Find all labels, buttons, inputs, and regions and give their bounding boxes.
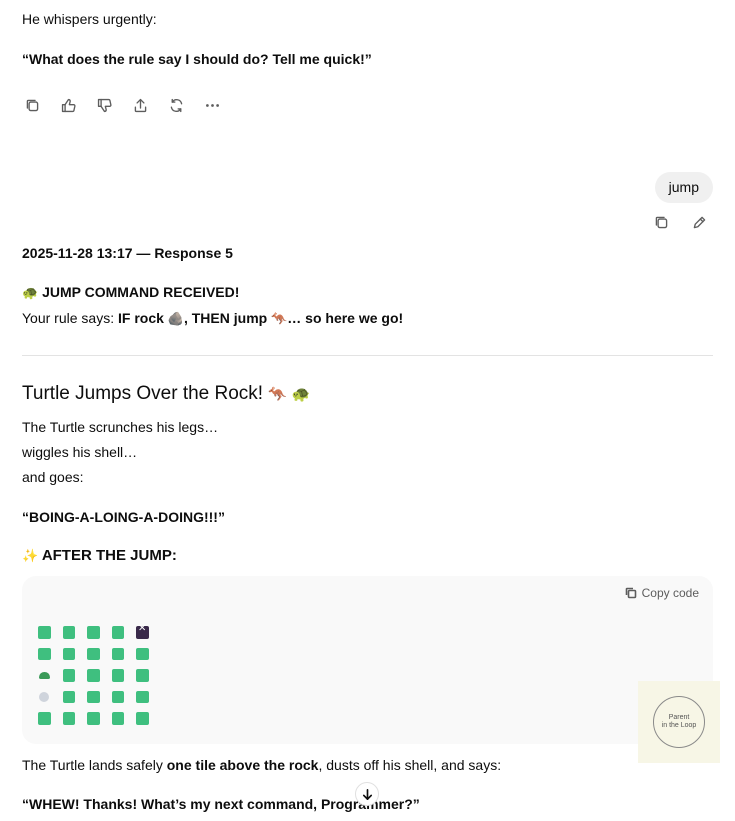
landing-suffix: , dusts off his shell, and says: bbox=[318, 757, 502, 773]
more-icon[interactable] bbox=[202, 95, 222, 115]
logo-badge: Parent in the Loop bbox=[653, 696, 705, 748]
after-jump-title: AFTER THE JUMP: bbox=[41, 547, 177, 564]
rock-tile bbox=[38, 691, 51, 704]
copy-icon[interactable] bbox=[651, 212, 671, 232]
grid-row bbox=[38, 669, 149, 682]
grass-tile bbox=[62, 712, 75, 725]
grass-tile bbox=[111, 669, 124, 682]
turtle-tile bbox=[38, 669, 51, 682]
landing-bold: one tile above the rock bbox=[166, 757, 319, 773]
grass-tile bbox=[87, 669, 100, 682]
copy-icon[interactable] bbox=[22, 95, 42, 115]
grass-tile bbox=[136, 669, 149, 682]
grass-tile bbox=[38, 647, 51, 660]
grass-tile bbox=[38, 712, 51, 725]
grass-tile bbox=[136, 712, 149, 725]
jump-command-title: JUMP COMMAND RECEIVED! bbox=[42, 284, 240, 300]
grass-tile bbox=[136, 690, 149, 703]
heading-text: Turtle Jumps Over the Rock! bbox=[22, 383, 264, 404]
rule-then: , THEN jump bbox=[183, 310, 268, 326]
rule-end: … so here we go! bbox=[287, 310, 404, 326]
boing-quote: “BOING-A-LOING-A-DOING!!!” bbox=[22, 509, 225, 525]
jump-command-line: 🐢 JUMP COMMAND RECEIVED! bbox=[22, 282, 239, 304]
thumbs-up-icon[interactable] bbox=[58, 95, 78, 115]
share-icon[interactable] bbox=[130, 95, 150, 115]
rule-prefix: Your rule says: bbox=[22, 310, 118, 326]
grass-tile bbox=[38, 626, 51, 639]
logo-line-2: in the Loop bbox=[661, 722, 697, 729]
section-heading: Turtle Jumps Over the Rock! 🦘 🐢 bbox=[22, 382, 311, 406]
rock-icon: 🪨 bbox=[167, 312, 184, 327]
kangaroo-icon: 🦘 bbox=[271, 312, 288, 327]
copy-code-label: Copy code bbox=[641, 586, 699, 600]
kangaroo-turtle-icons: 🦘 🐢 bbox=[268, 385, 311, 403]
scroll-down-button[interactable] bbox=[355, 782, 379, 806]
turtle-icon: 🐢 bbox=[22, 286, 39, 301]
grid-row bbox=[38, 623, 149, 639]
grass-tile bbox=[111, 626, 124, 639]
rule-line: Your rule says: IF rock 🪨, THEN jump 🦘… … bbox=[22, 308, 403, 330]
code-block: Copy code bbox=[22, 576, 713, 744]
story-line-1: The Turtle scrunches his legs… bbox=[22, 419, 219, 435]
thumbs-down-icon[interactable] bbox=[94, 95, 114, 115]
story-line-2: wiggles his shell… bbox=[22, 444, 138, 460]
grass-tile bbox=[111, 712, 124, 725]
grid-row bbox=[38, 712, 149, 725]
grass-tile bbox=[62, 690, 75, 703]
grass-tile bbox=[87, 647, 100, 660]
grass-tile bbox=[62, 669, 75, 682]
grass-tile bbox=[136, 647, 149, 660]
grass-tile bbox=[62, 647, 75, 660]
landing-prefix: The Turtle lands safely bbox=[22, 757, 167, 773]
grid-row bbox=[38, 647, 149, 661]
grid-row bbox=[38, 690, 149, 704]
message-quote: “What does the rule say I should do? Tel… bbox=[22, 51, 372, 67]
story-line-3: and goes: bbox=[22, 469, 84, 485]
sparkles-icon: ✨ bbox=[22, 549, 39, 564]
section-divider bbox=[22, 355, 713, 356]
pirate-tile bbox=[136, 623, 149, 639]
edit-icon[interactable] bbox=[689, 212, 709, 232]
grass-tile bbox=[87, 690, 100, 703]
message-text: He whispers urgently: bbox=[22, 11, 157, 27]
landing-line: The Turtle lands safely one tile above t… bbox=[22, 755, 501, 775]
watermark-logo: Parent in the Loop bbox=[638, 681, 720, 763]
grass-tile bbox=[62, 626, 75, 639]
chat-page: He whispers urgently: “What does the rul… bbox=[0, 0, 735, 821]
logo-line-1: Parent bbox=[668, 714, 690, 721]
user-message-bubble: jump bbox=[654, 172, 713, 203]
rule-if: IF rock bbox=[117, 310, 164, 326]
after-jump-heading: ✨ AFTER THE JUMP: bbox=[22, 546, 177, 567]
grass-tile bbox=[87, 626, 100, 639]
regenerate-icon[interactable] bbox=[166, 95, 186, 115]
arrow-down-icon bbox=[362, 788, 372, 800]
grass-tile bbox=[111, 647, 124, 660]
response-header: 2025-11-28 13:17 — Response 5 bbox=[22, 245, 233, 261]
copy-code-button[interactable]: Copy code bbox=[625, 586, 699, 600]
user-message-actions bbox=[651, 212, 709, 232]
message-actions bbox=[22, 95, 222, 115]
tile-grid bbox=[38, 623, 149, 734]
copy-icon bbox=[625, 587, 636, 599]
grass-tile bbox=[111, 690, 124, 703]
grass-tile bbox=[87, 712, 100, 725]
